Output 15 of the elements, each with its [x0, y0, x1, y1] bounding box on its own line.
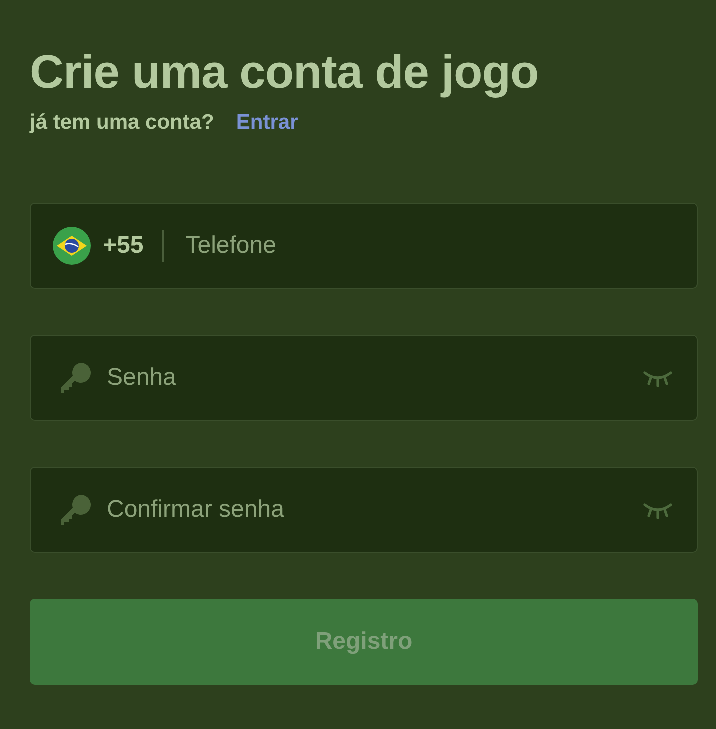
country-code[interactable]: +55 — [103, 232, 144, 260]
login-prompt: já tem uma conta? — [30, 111, 214, 135]
login-link[interactable]: Entrar — [236, 111, 298, 135]
password-input[interactable]: Senha — [105, 363, 631, 393]
key-icon — [59, 361, 93, 395]
key-icon — [59, 493, 93, 527]
phone-input[interactable]: Telefone — [184, 231, 673, 261]
phone-field[interactable]: +55 Telefone — [30, 203, 698, 289]
closed-eye-icon[interactable] — [643, 501, 673, 519]
closed-eye-icon[interactable] — [643, 369, 673, 387]
password-field[interactable]: Senha — [30, 335, 698, 421]
flag-icon — [53, 227, 91, 265]
password-input[interactable]: Confirmar senha — [105, 495, 631, 525]
password-field[interactable]: Confirmar senha — [30, 467, 698, 553]
page-title: Crie uma conta de jogo — [30, 44, 540, 99]
